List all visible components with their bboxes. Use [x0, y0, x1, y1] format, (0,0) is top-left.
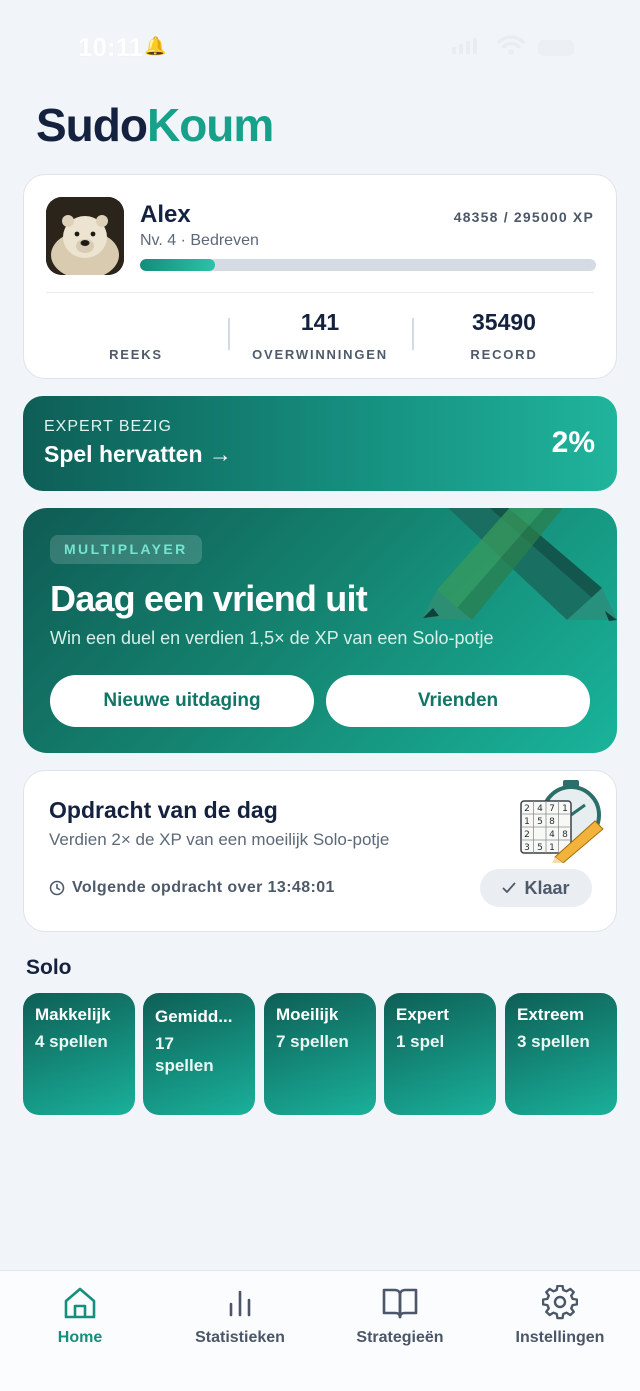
solo-tile-name: Expert — [396, 1005, 449, 1024]
clock-icon — [49, 880, 65, 896]
bell-icon: 🔔 — [144, 36, 167, 56]
solo-tile-count: 7 spellen — [276, 1032, 349, 1051]
sudoku-digit: 1 — [562, 804, 568, 814]
stat-wins: 141 OVERWINNINGEN — [228, 309, 412, 362]
nav-label: Statistieken — [195, 1329, 285, 1346]
signal-icon — [452, 38, 477, 54]
sudoku-digit: 1 — [524, 817, 530, 827]
solo-tile-name: Moeilijk — [276, 1005, 339, 1024]
profile-name: Alex — [140, 201, 191, 228]
daily-done-button[interactable]: Klaar — [480, 869, 592, 907]
multiplayer-badge: MULTIPLAYER — [50, 535, 202, 564]
resume-title: Spel hervatten → — [44, 441, 232, 467]
gear-icon — [480, 1283, 640, 1323]
nav-label: Home — [57, 1329, 103, 1346]
daily-timer: Volgende opdracht over 13:48:01 — [49, 879, 335, 897]
status-bar: 10:11 🔔 — [0, 30, 640, 66]
stat-streak-label: REEKS — [109, 347, 163, 362]
sudoku-digit: 5 — [537, 843, 543, 853]
stat-record-label: RECORD — [470, 347, 538, 362]
resume-game-card[interactable]: EXPERT BEZIG Spel hervatten → 2% — [23, 396, 617, 491]
new-challenge-button[interactable]: Nieuwe uitdaging — [50, 675, 314, 727]
wifi-icon — [497, 35, 525, 55]
book-icon — [320, 1283, 480, 1323]
resume-progress-percent: 2% — [551, 426, 595, 459]
multiplayer-card: MULTIPLAYER Daag een vriend uit Win een … — [23, 508, 617, 753]
stat-record-value: 35490 — [472, 309, 536, 335]
nav-item-statistics[interactable]: Statistieken — [160, 1283, 320, 1347]
sudoku-digit: 5 — [537, 817, 543, 827]
solo-tile-easy[interactable]: Makkelijk 4 spellen — [23, 993, 135, 1115]
multiplayer-title: Daag een vriend uit — [50, 578, 368, 619]
sudoku-digit: 2 — [524, 830, 530, 840]
nav-item-strategies[interactable]: Strategieën — [320, 1283, 480, 1347]
daily-timer-text: Volgende opdracht over 13:48:01 — [72, 879, 335, 896]
sudoku-digit: 3 — [524, 843, 530, 853]
app-logo: SudoKoum — [36, 98, 274, 152]
solo-tile-count: 3 spellen — [517, 1032, 590, 1051]
nav-item-settings[interactable]: Instellingen — [480, 1283, 640, 1347]
solo-tile-name: Extreem — [517, 1005, 585, 1024]
resume-kicker: EXPERT BEZIG — [44, 418, 172, 435]
solo-tile-count: 4 spellen — [35, 1032, 108, 1051]
nav-label: Strategieën — [356, 1329, 444, 1346]
profile-level: Nv. 4 · Bedreven — [140, 232, 259, 249]
daily-done-label: Klaar — [524, 877, 570, 898]
profile-card[interactable]: Alex Nv. 4 · Bedreven 48358 / 295000 XP … — [23, 174, 617, 379]
friends-button[interactable]: Vrienden — [326, 675, 590, 727]
home-icon — [0, 1283, 160, 1323]
solo-tile-hard[interactable]: Moeilijk 7 spellen — [264, 993, 376, 1115]
check-icon — [503, 882, 516, 893]
daily-title: Opdracht van de dag — [49, 797, 278, 823]
nav-label: Instellingen — [515, 1329, 605, 1346]
solo-tile-count: 1 spel — [396, 1032, 445, 1051]
multiplayer-subtitle: Win een duel en verdien 1,5× de XP van e… — [50, 628, 494, 648]
battery-icon — [538, 40, 574, 56]
xp-progress-fill — [140, 259, 215, 271]
sudoku-digit: 4 — [537, 804, 543, 814]
solo-tile-count: 17 spellen — [155, 1034, 214, 1075]
nav-item-home[interactable]: Home — [0, 1283, 160, 1347]
daily-challenge-card[interactable]: Opdracht van de dag Verdien 2× de XP van… — [23, 770, 617, 932]
stat-streak-value — [44, 309, 228, 339]
solo-heading: Solo — [26, 956, 72, 979]
bar-chart-icon — [160, 1283, 320, 1323]
sudoku-digit: 2 — [524, 804, 530, 814]
solo-tile-extreme[interactable]: Extreem 3 spellen — [505, 993, 617, 1115]
sudoku-digit: 1 — [549, 843, 555, 853]
stopwatch-sudoku-icon: 2 4 7 1 1 5 8 2 4 8 3 5 1 — [520, 780, 604, 863]
xp-counter: 48358 / 295000 XP — [453, 209, 594, 225]
solo-tile-expert[interactable]: Expert 1 spel — [384, 993, 496, 1115]
status-time: 10:11 — [78, 32, 144, 62]
solo-tile-name: Makkelijk — [35, 1005, 111, 1024]
sudoku-digit: 7 — [549, 804, 555, 814]
stat-wins-label: OVERWINNINGEN — [252, 347, 388, 362]
sudoku-digit: 4 — [549, 830, 555, 840]
avatar — [46, 197, 124, 275]
xp-progress-bar — [140, 259, 596, 271]
divider — [46, 292, 594, 293]
solo-tile-medium[interactable]: Gemidd... 17 spellen — [143, 993, 255, 1115]
stat-streak: REEKS — [44, 309, 228, 362]
stat-wins-value: 141 — [300, 309, 340, 335]
sudoku-digit: 8 — [562, 830, 568, 840]
stat-record: 35490 RECORD — [412, 309, 596, 362]
sudoku-digit: 8 — [549, 817, 555, 827]
daily-subtitle: Verdien 2× de XP van een moeilijk Solo-p… — [49, 830, 390, 849]
bottom-nav: Home Statistieken Strategieën Instelling… — [0, 1270, 640, 1391]
solo-tile-name: Gemidd... — [155, 1007, 233, 1026]
logo-text-koum: Koum — [146, 99, 274, 151]
logo-text-sudo: Sudo — [36, 99, 148, 151]
pencils-illustration — [423, 508, 617, 621]
